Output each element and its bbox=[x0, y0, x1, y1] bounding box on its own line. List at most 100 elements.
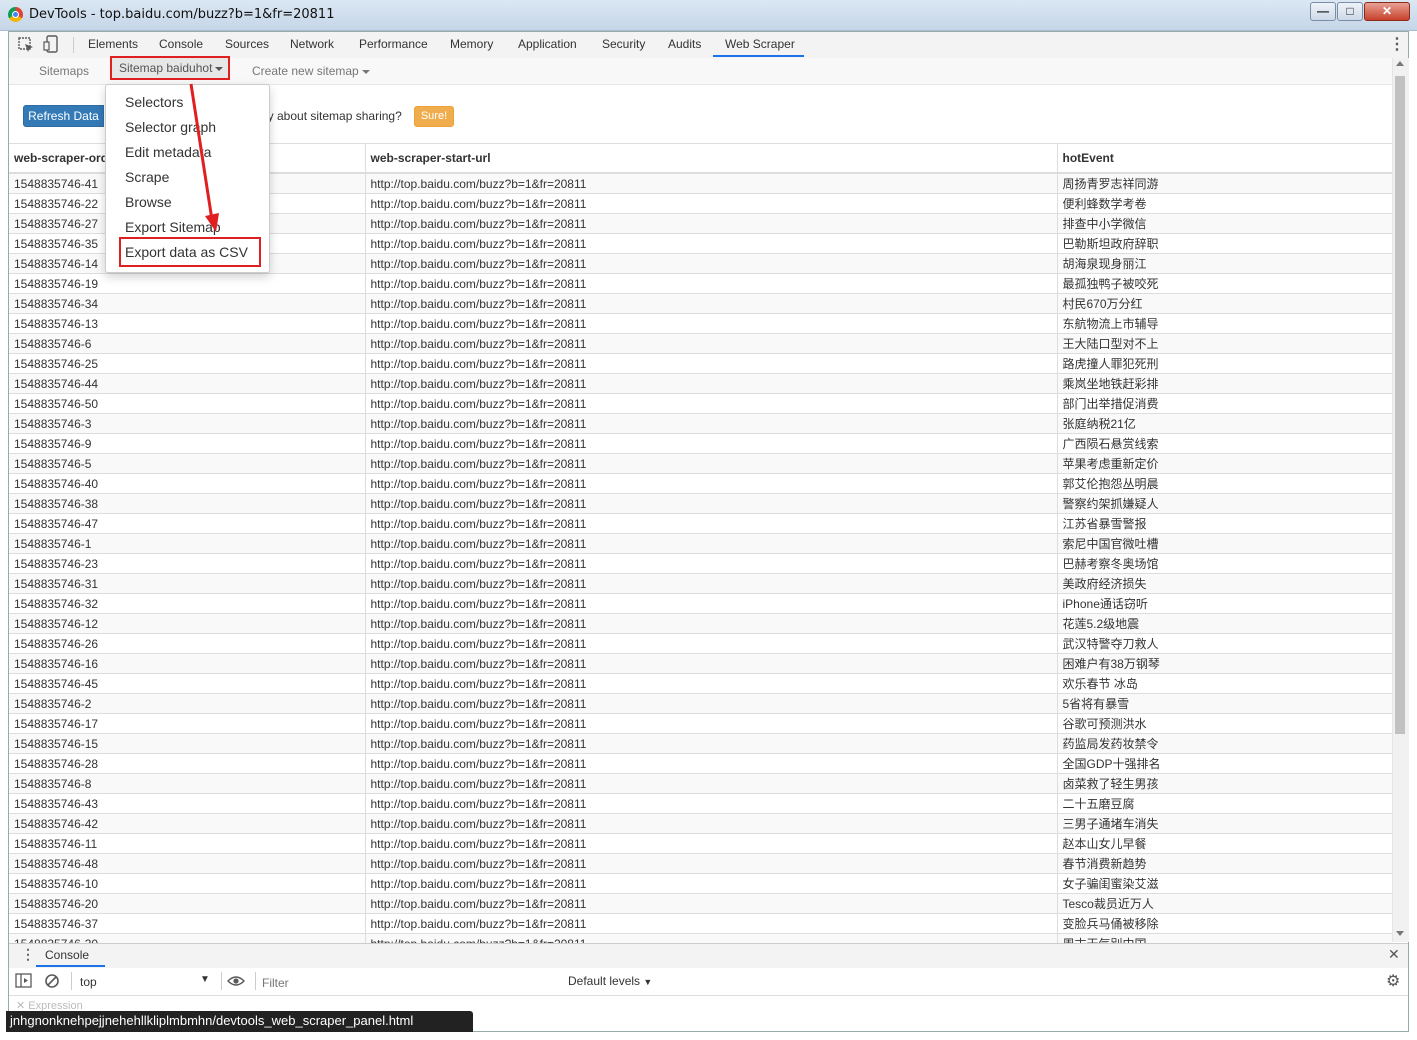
tab-sources[interactable]: Sources bbox=[225, 37, 269, 51]
table-row: 1548835746-38 http://top.baidu.com/buzz?b… bbox=[9, 493, 1392, 514]
order-cell: 1548835746-3 bbox=[9, 413, 366, 434]
order-cell: 1548835746-40 bbox=[9, 473, 366, 494]
order-cell: 1548835746-30 bbox=[9, 933, 366, 943]
hot-event-cell: 村民670万分红 bbox=[1057, 293, 1392, 314]
order-cell: 1548835746-48 bbox=[9, 853, 366, 874]
tab-security[interactable]: Security bbox=[602, 37, 645, 51]
url-cell: http://top.baidu.com/buzz?b=1&fr=20811 bbox=[365, 473, 1058, 494]
close-window-button[interactable]: ✕ bbox=[1364, 2, 1410, 21]
tab-memory[interactable]: Memory bbox=[450, 37, 493, 51]
hot-event-cell: 谷歌可预测洪水 bbox=[1057, 713, 1392, 734]
url-cell: http://top.baidu.com/buzz?b=1&fr=20811 bbox=[365, 172, 1058, 194]
console-settings-gear-icon[interactable]: ⚙ bbox=[1386, 971, 1400, 991]
more-options-icon[interactable]: ⋮ bbox=[1389, 34, 1405, 54]
order-cell: 1548835746-8 bbox=[9, 773, 366, 794]
close-drawer-icon[interactable]: ✕ bbox=[1388, 946, 1400, 963]
console-toolbar: top ▼ Default levels ▼ ⚙ bbox=[9, 968, 1408, 996]
url-cell: http://top.baidu.com/buzz?b=1&fr=20811 bbox=[365, 273, 1058, 294]
sitemap-menu-toggle[interactable]: Sitemap baiduhot bbox=[110, 56, 230, 80]
table-row: 1548835746-11 http://top.baidu.com/buzz?b… bbox=[9, 833, 1392, 854]
table-row: 1548835746-13 http://top.baidu.com/buzz?b… bbox=[9, 313, 1392, 334]
maximize-button[interactable]: □ bbox=[1337, 2, 1363, 21]
url-cell: http://top.baidu.com/buzz?b=1&fr=20811 bbox=[365, 193, 1058, 214]
active-tab-indicator bbox=[713, 55, 804, 57]
sidebar-toggle-icon[interactable] bbox=[15, 973, 33, 989]
order-cell: 1548835746-25 bbox=[9, 353, 366, 374]
window-title: DevTools - top.baidu.com/buzz?b=1&fr=208… bbox=[29, 7, 335, 22]
url-cell: http://top.baidu.com/buzz?b=1&fr=20811 bbox=[365, 393, 1058, 414]
hot-event-cell: iPhone通话窃听 bbox=[1057, 593, 1392, 614]
menu-item-scrape[interactable]: Scrape bbox=[125, 169, 169, 185]
sure-button[interactable]: Sure! bbox=[414, 106, 454, 127]
tab-application[interactable]: Application bbox=[518, 37, 577, 51]
order-cell: 1548835746-10 bbox=[9, 873, 366, 894]
table-row: 1548835746-10 http://top.baidu.com/buzz?b… bbox=[9, 873, 1392, 894]
chrome-logo-icon bbox=[8, 7, 23, 22]
tab-console[interactable]: Console bbox=[159, 37, 203, 51]
url-cell: http://top.baidu.com/buzz?b=1&fr=20811 bbox=[365, 373, 1058, 394]
menu-item-browse[interactable]: Browse bbox=[125, 194, 172, 210]
nav-create-sitemap[interactable]: Create new sitemap bbox=[252, 64, 370, 78]
order-cell: 1548835746-28 bbox=[9, 753, 366, 774]
hot-event-cell: 张庭纳税21亿 bbox=[1057, 413, 1392, 434]
toolbar-divider bbox=[255, 972, 256, 990]
table-row: 1548835746-3 http://top.baidu.com/buzz?b=… bbox=[9, 413, 1392, 434]
nav-sitemaps[interactable]: Sitemaps bbox=[39, 64, 89, 78]
table-row: 1548835746-8 http://top.baidu.com/buzz?b=… bbox=[9, 773, 1392, 794]
hot-event-cell: 路虎撞人罪犯死刑 bbox=[1057, 353, 1392, 374]
menu-item-selectors[interactable]: Selectors bbox=[125, 94, 183, 110]
hot-event-cell: 苹果考虑重新定价 bbox=[1057, 453, 1392, 474]
hot-event-cell: 江苏省暴雪警报 bbox=[1057, 513, 1392, 534]
log-levels-dropdown[interactable]: Default levels ▼ bbox=[568, 974, 652, 988]
clear-console-icon[interactable] bbox=[44, 973, 60, 989]
refresh-data-button[interactable]: Refresh Data bbox=[23, 105, 104, 127]
drawer-tab-console[interactable]: Console bbox=[45, 948, 89, 962]
context-dropdown-icon[interactable]: ▼ bbox=[200, 974, 210, 985]
minimize-button[interactable]: — bbox=[1310, 2, 1336, 21]
url-cell: http://top.baidu.com/buzz?b=1&fr=20811 bbox=[365, 933, 1058, 943]
hot-event-cell: 胡海泉现身丽江 bbox=[1057, 253, 1392, 274]
eye-icon[interactable] bbox=[227, 974, 245, 988]
table-row: 1548835746-19 http://top.baidu.com/buzz?b… bbox=[9, 273, 1392, 294]
url-cell: http://top.baidu.com/buzz?b=1&fr=20811 bbox=[365, 633, 1058, 654]
survey-text: vey about sitemap sharing? bbox=[255, 109, 402, 123]
hot-event-cell: 排查中小学微信 bbox=[1057, 213, 1392, 234]
url-cell: http://top.baidu.com/buzz?b=1&fr=20811 bbox=[365, 653, 1058, 674]
scroll-up-arrow-icon[interactable] bbox=[1396, 61, 1404, 66]
tab-web-scraper[interactable]: Web Scraper bbox=[725, 37, 795, 51]
url-cell: http://top.baidu.com/buzz?b=1&fr=20811 bbox=[365, 893, 1058, 914]
tab-network[interactable]: Network bbox=[290, 37, 334, 51]
hot-event-cell: 王大陆口型对不上 bbox=[1057, 333, 1392, 354]
table-row: 1548835746-31 http://top.baidu.com/buzz?b… bbox=[9, 573, 1392, 594]
hot-event-cell: 郭艾伦抱怨丛明晨 bbox=[1057, 473, 1392, 494]
device-toolbar-icon[interactable] bbox=[43, 35, 59, 54]
context-selector[interactable]: top bbox=[80, 975, 97, 989]
sitemap-menu-label: Sitemap baiduhot bbox=[119, 61, 213, 75]
order-cell: 1548835746-19 bbox=[9, 273, 366, 294]
order-cell: 1548835746-44 bbox=[9, 373, 366, 394]
table-row: 1548835746-47 http://top.baidu.com/buzz?b… bbox=[9, 513, 1392, 534]
caret-down-icon bbox=[361, 69, 370, 74]
hot-event-cell: 乘岚坐地铁赶彩排 bbox=[1057, 373, 1392, 394]
scrollbar-thumb[interactable] bbox=[1395, 76, 1405, 734]
hot-event-cell: 武汉特警夺刀救人 bbox=[1057, 633, 1392, 654]
toolbar-divider bbox=[221, 972, 222, 990]
hot-event-cell: 最孤独鸭子被咬死 bbox=[1057, 273, 1392, 294]
drawer-menu-icon[interactable]: ⋮ bbox=[21, 946, 35, 963]
order-cell: 1548835746-6 bbox=[9, 333, 366, 354]
console-filter-input[interactable] bbox=[260, 972, 564, 993]
hot-event-cell: 药监局发药妆禁令 bbox=[1057, 733, 1392, 754]
tab-elements[interactable]: Elements bbox=[88, 37, 138, 51]
table-row: 1548835746-25 http://top.baidu.com/buzz?b… bbox=[9, 353, 1392, 374]
hot-event-cell: 广西陨石悬赏线索 bbox=[1057, 433, 1392, 454]
tab-performance[interactable]: Performance bbox=[359, 37, 428, 51]
tab-audits[interactable]: Audits bbox=[668, 37, 701, 51]
order-cell: 1548835746-38 bbox=[9, 493, 366, 514]
hot-event-cell: 部门出举措促消费 bbox=[1057, 393, 1392, 414]
url-cell: http://top.baidu.com/buzz?b=1&fr=20811 bbox=[365, 233, 1058, 254]
window-titlebar: DevTools - top.baidu.com/buzz?b=1&fr=208… bbox=[0, 0, 1417, 31]
hot-event-cell: 全国GDP十强排名 bbox=[1057, 753, 1392, 774]
inspect-element-icon[interactable] bbox=[17, 36, 35, 54]
export-csv-highlight-box bbox=[119, 237, 261, 267]
scroll-down-arrow-icon[interactable] bbox=[1396, 931, 1404, 936]
